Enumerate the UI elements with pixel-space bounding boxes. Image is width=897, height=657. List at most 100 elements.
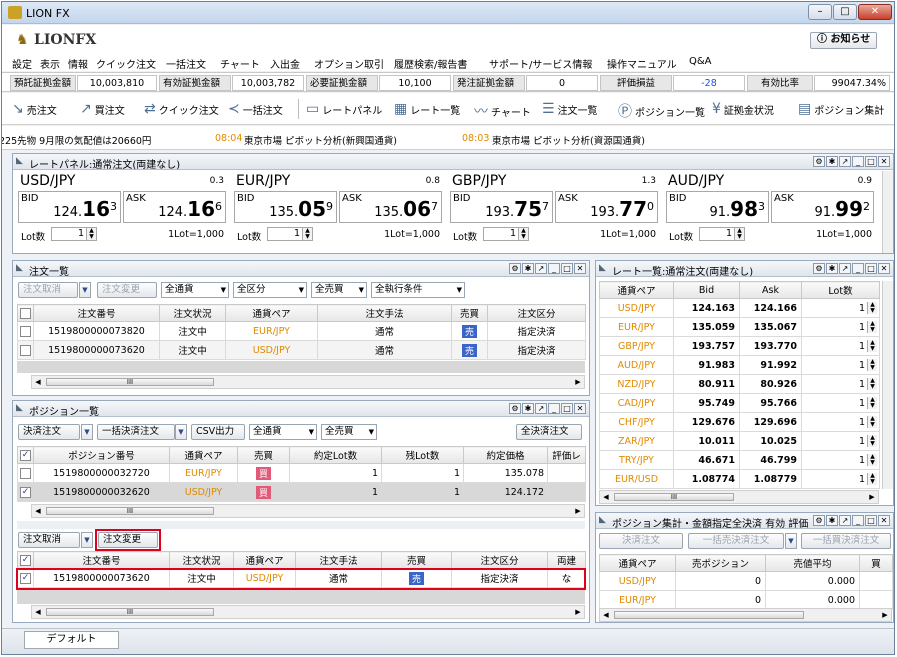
lot-input[interactable]: 1 ▲ ▼ xyxy=(801,317,880,337)
col-side[interactable]: 売買 xyxy=(237,446,290,464)
scroll-right-icon[interactable]: ▶ xyxy=(572,505,584,517)
spinner-icon[interactable]: ▲ ▼ xyxy=(518,228,528,240)
settings-icon[interactable]: ✱ xyxy=(522,263,534,274)
col-buy[interactable]: 買 xyxy=(859,554,893,572)
bid-cell[interactable]: 193.757 xyxy=(673,336,740,356)
vertical-scrollbar[interactable] xyxy=(882,281,893,489)
close-icon[interactable]: ✕ xyxy=(878,263,890,274)
table-row[interactable]: 1519800000073820 注文中 EUR/JPY 通常 売 指定決済 xyxy=(17,321,586,341)
col-pair[interactable]: 通貨ペア xyxy=(225,304,318,322)
scroll-left-icon[interactable]: ◀ xyxy=(32,606,44,618)
cancel-dropdown-icon[interactable]: ▼ xyxy=(79,282,91,298)
ask-cell[interactable]: 80.926 xyxy=(739,374,802,394)
col-pair[interactable]: 通貨ペア xyxy=(169,446,238,464)
lot-input[interactable]: 1 ▲ ▼ xyxy=(801,298,880,318)
col-exec-price[interactable]: 約定価格 xyxy=(463,446,548,464)
lot-input[interactable]: 1 ▲ ▼ xyxy=(801,412,880,432)
rate-panel-button[interactable]: ▭ レートパネル xyxy=(306,101,382,117)
all-settle-button[interactable]: 全決済注文 xyxy=(516,424,582,440)
minimize-icon[interactable]: _ xyxy=(852,263,864,274)
bid-button[interactable]: BID 193.757 xyxy=(450,191,553,223)
ask-cell[interactable]: 91.992 xyxy=(739,355,802,375)
lot-input[interactable]: 1 ▲ ▼ xyxy=(801,431,880,451)
horizontal-scrollbar[interactable]: ◀ III ▶ xyxy=(31,375,585,389)
lot-input[interactable]: 1 ▲ ▼ xyxy=(801,374,880,394)
gear-icon[interactable]: ⚙ xyxy=(813,515,825,526)
spinner-icon[interactable]: ▲ ▼ xyxy=(867,397,877,409)
ask-cell[interactable]: 10.025 xyxy=(739,431,802,451)
menu-info[interactable]: 情報 xyxy=(68,56,88,71)
col-position-id[interactable]: ポジション番号 xyxy=(33,446,170,464)
notice-button[interactable]: ⓘ お知らせ xyxy=(810,32,878,49)
col-pair[interactable]: 通貨ペア xyxy=(233,551,296,569)
spinner-icon[interactable]: ▲ ▼ xyxy=(86,228,96,240)
menu-deposit[interactable]: 入出金 xyxy=(270,56,300,71)
lot-input[interactable]: 1 ▲ ▼ xyxy=(51,227,97,241)
summary-settle-button[interactable]: 決済注文 xyxy=(599,533,683,549)
margin-status-button[interactable]: ¥ 証拠金状況 xyxy=(712,101,774,117)
col-order-id[interactable]: 注文番号 xyxy=(33,304,160,322)
ask-cell[interactable]: 1.08779 xyxy=(739,469,802,489)
col-bid[interactable]: Bid xyxy=(673,281,740,299)
ask-cell[interactable]: 135.067 xyxy=(739,317,802,337)
bulk-sell-settle-button[interactable]: 一括売決済注文 xyxy=(688,533,784,549)
col-pair[interactable]: 通貨ペア xyxy=(599,554,676,572)
order-cancel-button[interactable]: 注文取消 xyxy=(18,282,78,298)
col-side[interactable]: 売買 xyxy=(451,304,488,322)
col-side[interactable]: 売買 xyxy=(381,551,452,569)
condition-filter[interactable]: 全執行条件 xyxy=(371,282,465,298)
spinner-icon[interactable]: ▲ ▼ xyxy=(867,473,877,485)
bid-cell[interactable]: 95.749 xyxy=(673,393,740,413)
menu-quick-order[interactable]: クイック注文 xyxy=(96,56,156,71)
col-order-id[interactable]: 注文番号 xyxy=(33,551,170,569)
lot-input[interactable]: 1 ▲ ▼ xyxy=(699,227,745,241)
col-pair[interactable]: 通貨ペア xyxy=(599,281,674,299)
settle-order-button[interactable]: 決済注文 xyxy=(18,424,80,440)
scroll-thumb[interactable]: III xyxy=(46,608,214,616)
minimize-icon[interactable]: _ xyxy=(852,156,864,167)
scroll-thumb[interactable]: III xyxy=(46,378,214,386)
select-all-checkbox[interactable] xyxy=(17,304,34,322)
minimize-icon[interactable]: _ xyxy=(852,515,864,526)
scroll-thumb[interactable]: III xyxy=(46,507,214,515)
col-sell-position[interactable]: 売ポジション xyxy=(675,554,766,572)
bulk-sell-dropdown-icon[interactable]: ▼ xyxy=(785,533,797,549)
settle-dropdown-icon[interactable]: ▼ xyxy=(81,424,93,440)
ask-button[interactable]: ASK 193.770 xyxy=(555,191,658,223)
sub-cancel-dropdown-icon[interactable]: ▼ xyxy=(81,532,93,548)
gear-icon[interactable]: ⚙ xyxy=(509,403,521,414)
restore-icon[interactable]: □ xyxy=(865,263,877,274)
settings-icon[interactable]: ✱ xyxy=(826,263,838,274)
workspace-tab-default[interactable]: デフォルト xyxy=(24,631,119,649)
menu-view[interactable]: 表示 xyxy=(40,56,60,71)
ask-button[interactable]: ASK 124.166 xyxy=(123,191,226,223)
select-all-checkbox[interactable]: ✓ xyxy=(17,446,34,464)
minimize-icon[interactable]: _ xyxy=(548,403,560,414)
menu-options[interactable]: オプション取引 xyxy=(314,56,384,71)
spinner-icon[interactable]: ▲ ▼ xyxy=(302,228,312,240)
table-row[interactable]: 1519800000073620 注文中 USD/JPY 通常 売 指定決済 xyxy=(17,340,586,360)
spinner-icon[interactable]: ▲ ▼ xyxy=(867,416,877,428)
menu-manual[interactable]: 操作マニュアル xyxy=(607,56,677,71)
bid-button[interactable]: BID 91.983 xyxy=(666,191,769,223)
position-summary-button[interactable]: ▤ ポジション集計 xyxy=(798,101,884,117)
spinner-icon[interactable]: ▲ ▼ xyxy=(867,321,877,333)
bid-button[interactable]: BID 135.059 xyxy=(234,191,337,223)
maximize-icon[interactable]: □ xyxy=(833,4,857,20)
ask-cell[interactable]: 124.166 xyxy=(739,298,802,318)
col-kind[interactable]: 注文区分 xyxy=(451,551,548,569)
col-status[interactable]: 注文状況 xyxy=(159,304,226,322)
side-filter[interactable]: 全売買 xyxy=(321,424,377,440)
order-list-button[interactable]: ☰ 注文一覧 xyxy=(542,101,598,117)
bid-cell[interactable]: 46.671 xyxy=(673,450,740,470)
minimize-icon[interactable]: _ xyxy=(548,263,560,274)
col-sell-average[interactable]: 売値平均 xyxy=(765,554,860,572)
bulk-buy-settle-button[interactable]: 一括買決済注文 xyxy=(801,533,891,549)
settings-icon[interactable]: ✱ xyxy=(826,515,838,526)
menu-qa[interactable]: Q&A xyxy=(689,56,712,67)
scroll-right-icon[interactable]: ▶ xyxy=(572,376,584,388)
spinner-icon[interactable]: ▲ ▼ xyxy=(867,435,877,447)
lot-input[interactable]: 1 ▲ ▼ xyxy=(801,469,880,489)
bid-cell[interactable]: 1.08774 xyxy=(673,469,740,489)
splitter[interactable] xyxy=(17,521,585,529)
